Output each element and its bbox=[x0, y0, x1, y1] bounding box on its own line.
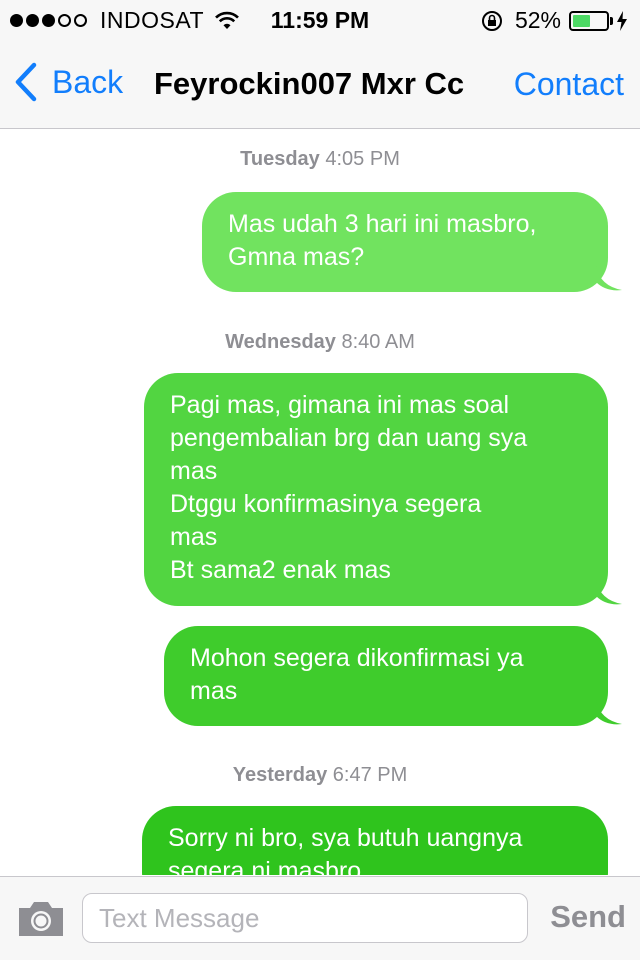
message-list[interactable]: Tuesday 4:05 PM Mas udah 3 hari ini masb… bbox=[0, 129, 640, 875]
message-input-bar: Send bbox=[0, 876, 640, 960]
timestamp-yesterday: Yesterday 6:47 PM bbox=[232, 764, 408, 786]
message-text-input[interactable] bbox=[82, 893, 528, 943]
send-button[interactable]: Send bbox=[550, 899, 626, 935]
message-bubble-sent[interactable]: Pagi mas, gimana ini mas soal pengembali… bbox=[144, 373, 608, 606]
back-button[interactable]: Back bbox=[14, 62, 123, 102]
back-label: Back bbox=[52, 63, 124, 100]
bubble-tail bbox=[596, 266, 622, 291]
conversation-title: Feyrockin007 Mxr Cc bbox=[154, 66, 465, 101]
battery-icon bbox=[569, 10, 609, 31]
timestamp-wednesday: Wednesday 8:40 AM bbox=[225, 331, 415, 353]
camera-icon[interactable] bbox=[16, 899, 66, 939]
status-bar: INDOSAT 11:59 PM 52% bbox=[0, 0, 640, 40]
message-bubble-sent[interactable]: Mas udah 3 hari ini masbro, Gmna mas? bbox=[202, 192, 608, 292]
charging-bolt-icon bbox=[617, 10, 627, 31]
battery-level-fill bbox=[573, 14, 590, 27]
bubble-tail bbox=[596, 700, 622, 725]
status-right: 52% bbox=[481, 7, 628, 34]
rotation-lock-icon bbox=[481, 10, 502, 31]
battery-tip bbox=[610, 16, 613, 25]
contact-button[interactable]: Contact bbox=[514, 66, 624, 103]
bubble-tail bbox=[596, 580, 622, 605]
chevron-left-icon bbox=[15, 62, 37, 102]
timestamp-tuesday: Tuesday 4:05 PM bbox=[240, 148, 400, 170]
message-bubble-sent[interactable]: Mohon segera dikonfirmasi ya mas bbox=[164, 626, 608, 726]
navigation-bar: Back Feyrockin007 Mxr Cc Contact bbox=[0, 40, 640, 129]
battery-percent: 52% bbox=[514, 7, 561, 33]
messages-screen: INDOSAT 11:59 PM 52% Back Feyrockin007 M… bbox=[0, 0, 640, 960]
message-bubble-sent[interactable]: Sorry ni bro, sya butuh uangnya segera n… bbox=[142, 806, 608, 875]
